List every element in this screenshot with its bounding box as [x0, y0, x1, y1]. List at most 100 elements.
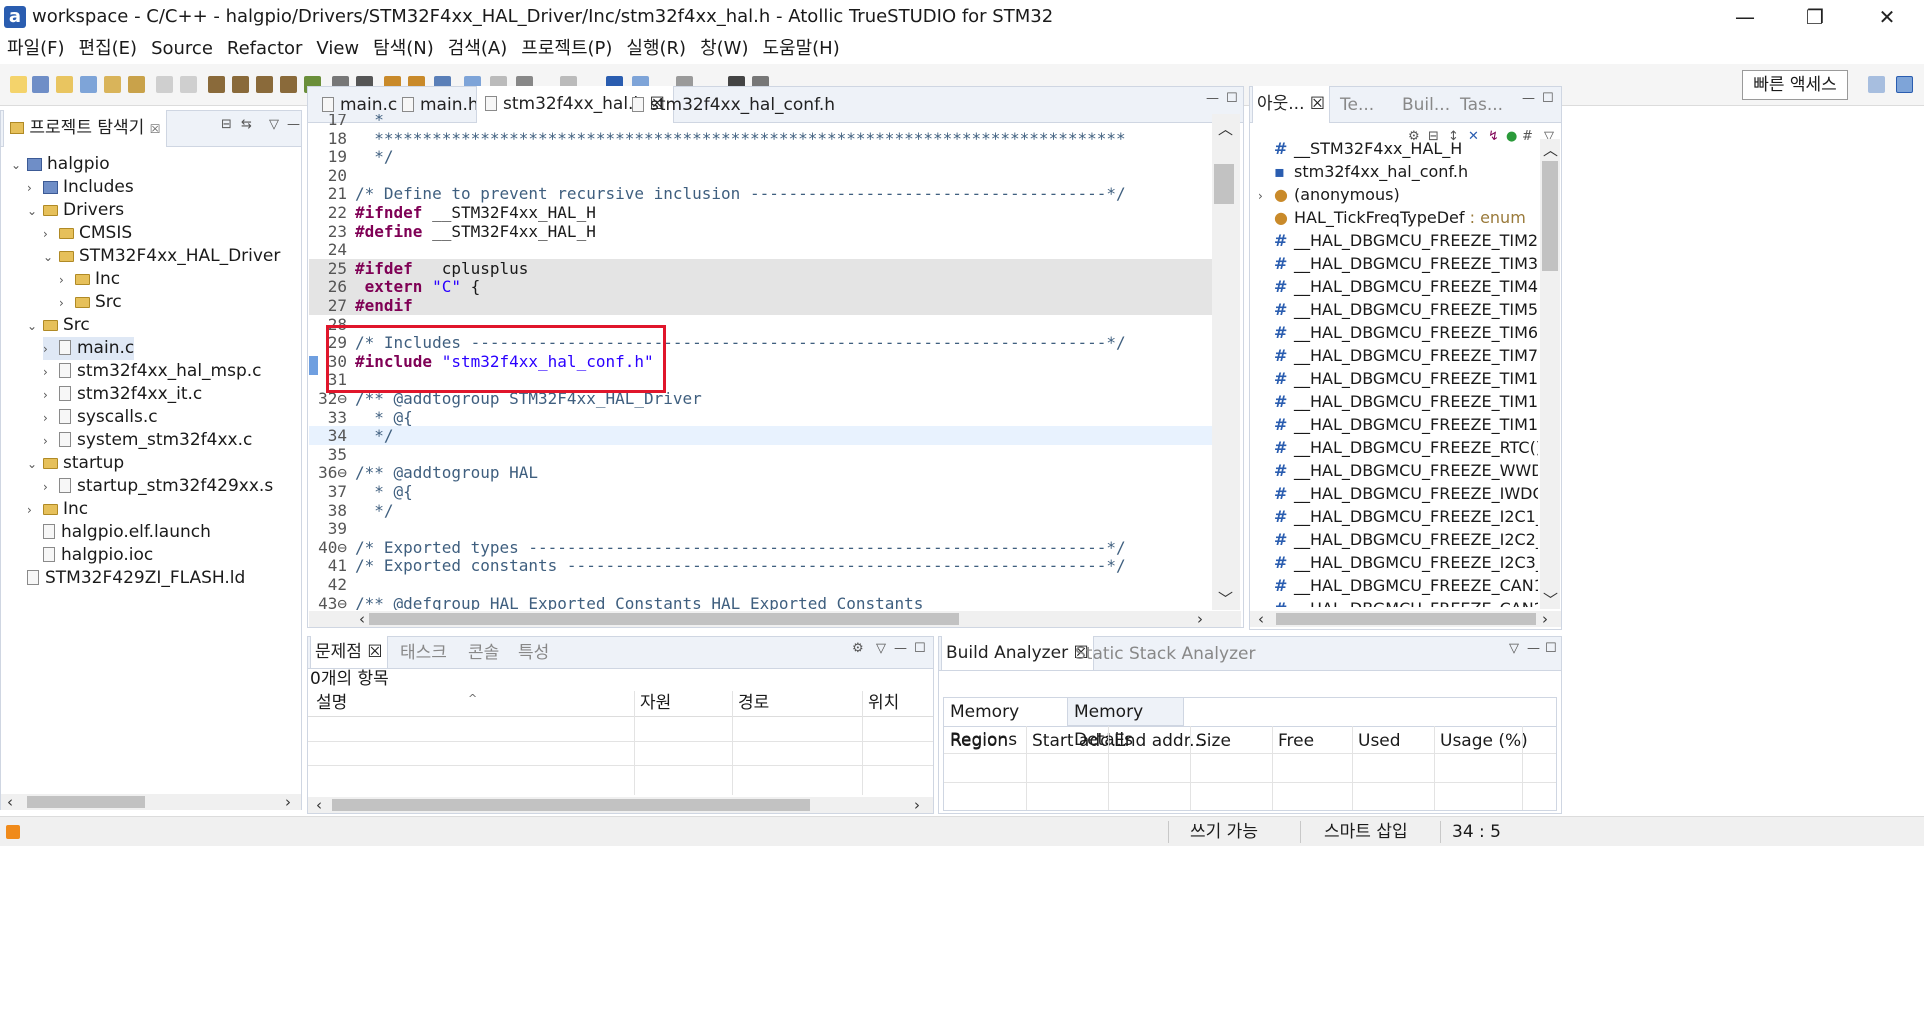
- explorer-hscrollbar[interactable]: ‹ ›: [1, 793, 301, 811]
- maximize-view-icon[interactable]: ☐: [1545, 641, 1557, 656]
- scroll-left-icon[interactable]: ‹: [316, 796, 322, 814]
- new-file-icon[interactable]: [10, 76, 27, 93]
- link-editor-icon[interactable]: ⇆: [241, 117, 252, 132]
- scroll-left-icon[interactable]: ‹: [359, 610, 365, 628]
- scroll-up-icon[interactable]: ︿: [1543, 141, 1558, 159]
- tab-project-explorer[interactable]: 프로젝트 탐색기 ☒: [3, 110, 168, 147]
- build-all-icon[interactable]: [232, 76, 249, 93]
- outline-item[interactable]: ● HAL_TickFreqTypeDef : enum: [1258, 206, 1526, 229]
- column-resource[interactable]: 자원: [640, 691, 671, 715]
- twisty-icon[interactable]: ›: [27, 499, 43, 522]
- twisty-icon[interactable]: ›: [43, 476, 59, 499]
- twisty-icon[interactable]: ⌄: [11, 154, 27, 177]
- menu-item[interactable]: Refactor: [220, 34, 310, 64]
- column-description[interactable]: 설명: [316, 691, 347, 715]
- outline-item[interactable]: # __HAL_DBGMCU_FREEZE_RTC(): [1258, 436, 1538, 459]
- tree-item[interactable]: halgpio.elf.launch: [27, 521, 211, 544]
- tree-item[interactable]: › Includes: [27, 176, 134, 199]
- tree-item[interactable]: ⌄ Src: [27, 314, 90, 337]
- clean-icon[interactable]: [280, 76, 297, 93]
- outline-tab[interactable]: 아웃... ☒: [1252, 86, 1331, 123]
- import-icon[interactable]: [128, 76, 145, 93]
- maximize-view-icon[interactable]: ☐: [1542, 91, 1554, 106]
- outline-item[interactable]: # __HAL_DBGMCU_FREEZE_TIM5(): [1258, 298, 1538, 321]
- twisty-icon[interactable]: ›: [27, 177, 43, 200]
- scroll-right-icon[interactable]: ›: [1542, 610, 1548, 628]
- new-project-icon[interactable]: [32, 76, 49, 93]
- open-perspective-icon[interactable]: [1868, 76, 1885, 93]
- scroll-right-icon[interactable]: ›: [285, 793, 291, 811]
- outline-hscrollbar[interactable]: ‹ ›: [1250, 610, 1561, 628]
- scroll-down-icon[interactable]: ﹀: [1543, 591, 1558, 609]
- minimize-view-icon[interactable]: —: [287, 117, 300, 132]
- tree-item[interactable]: › Inc: [59, 268, 120, 291]
- twisty-icon[interactable]: ›: [43, 430, 59, 453]
- menu-item[interactable]: View: [309, 34, 366, 64]
- scroll-left-icon[interactable]: ‹: [7, 793, 13, 811]
- outline-item[interactable]: # __HAL_DBGMCU_FREEZE_WWDG(): [1258, 459, 1538, 482]
- tree-item[interactable]: halgpio.ioc: [27, 544, 153, 567]
- menu-item[interactable]: 도움말(H): [755, 34, 846, 64]
- twisty-icon[interactable]: ›: [1258, 185, 1274, 208]
- tree-item[interactable]: › CMSIS: [43, 222, 132, 245]
- menu-item[interactable]: 파일(F): [0, 34, 72, 64]
- twisty-icon[interactable]: ›: [59, 292, 75, 315]
- menu-item[interactable]: 탐색(N): [366, 34, 441, 64]
- new-class-icon[interactable]: [104, 76, 121, 93]
- problems-tab[interactable]: 태스크: [396, 637, 451, 669]
- tree-item[interactable]: ⌄ halgpio: [11, 153, 110, 176]
- twisty-icon[interactable]: ⌄: [27, 315, 43, 338]
- column-used[interactable]: Used: [1358, 729, 1401, 753]
- menu-item[interactable]: 편집(E): [72, 34, 145, 64]
- tree-item[interactable]: STM32F429ZI_FLASH.ld: [11, 567, 245, 590]
- outline-item[interactable]: # __HAL_DBGMCU_FREEZE_CAN1(): [1258, 574, 1538, 597]
- tree-item[interactable]: › stm32f4xx_hal_msp.c: [43, 360, 262, 383]
- minimize-view-icon[interactable]: —: [1527, 641, 1540, 656]
- build-icon[interactable]: [208, 76, 225, 93]
- problems-tab[interactable]: 콘솔: [464, 637, 503, 669]
- menu-item[interactable]: 프로젝트(P): [514, 34, 619, 64]
- column-location[interactable]: 위치: [868, 691, 899, 715]
- cpp-perspective-icon[interactable]: [1896, 76, 1913, 93]
- column-region[interactable]: Region: [950, 729, 1008, 753]
- outline-item[interactable]: # __HAL_DBGMCU_FREEZE_TIM6(): [1258, 321, 1538, 344]
- problems-tab[interactable]: 특성: [514, 637, 553, 669]
- outline-item[interactable]: #__HAL_DBGMCU_FREEZE_CAN2(): [1258, 597, 1538, 607]
- twisty-icon[interactable]: ⌄: [27, 200, 43, 223]
- notification-icon[interactable]: [6, 825, 20, 839]
- outline-item[interactable]: # __HAL_DBGMCU_FREEZE_TIM13(): [1258, 390, 1538, 413]
- outline-item[interactable]: # __HAL_DBGMCU_FREEZE_I2C2_TIME(: [1258, 528, 1538, 551]
- scroll-up-icon[interactable]: ︿: [1218, 120, 1233, 138]
- tree-item[interactable]: › main.c: [43, 337, 135, 361]
- outline-vscrollbar[interactable]: ︿ ﹀: [1540, 139, 1560, 609]
- view-menu-icon[interactable]: ▽: [1509, 641, 1519, 656]
- twisty-icon[interactable]: ⌄: [43, 246, 59, 269]
- view-menu-icon[interactable]: ▽: [876, 641, 886, 656]
- tree-item[interactable]: › Src: [59, 291, 122, 314]
- column-size[interactable]: Size: [1196, 729, 1231, 753]
- tree-item[interactable]: ⌄ STM32F4xx_HAL_Driver: [43, 245, 280, 268]
- outline-item[interactable]: # __HAL_DBGMCU_FREEZE_TIM2(): [1258, 229, 1538, 252]
- menu-item[interactable]: Source: [144, 34, 220, 64]
- twisty-icon[interactable]: ›: [43, 338, 59, 361]
- twisty-icon[interactable]: ›: [43, 361, 59, 384]
- column-end-address[interactable]: End addr...: [1114, 729, 1205, 753]
- outline-item[interactable]: ▪ stm32f4xx_hal_conf.h: [1258, 160, 1468, 183]
- twisty-icon[interactable]: ⌄: [27, 453, 43, 476]
- editor-hscroll-thumb[interactable]: [369, 613, 959, 625]
- tree-item[interactable]: › startup_stm32f429xx.s: [43, 475, 273, 498]
- quick-access-input[interactable]: 빠른 액세스: [1742, 70, 1848, 100]
- rebuild-icon[interactable]: [256, 76, 273, 93]
- build-analyzer-tab[interactable]: Static Stack Analyzer: [1071, 637, 1259, 671]
- scroll-down-icon[interactable]: ﹀: [1218, 590, 1233, 608]
- save-icon[interactable]: [156, 76, 173, 93]
- outline-item[interactable]: # __HAL_DBGMCU_FREEZE_IWDG(): [1258, 482, 1538, 505]
- outline-item[interactable]: # __STM32F4xx_HAL_H: [1258, 137, 1462, 160]
- problems-hscroll-thumb[interactable]: [332, 799, 810, 811]
- save-all-icon[interactable]: [180, 76, 197, 93]
- view-settings-icon[interactable]: ⚙: [852, 641, 864, 656]
- outline-tab[interactable]: Buil...: [1398, 87, 1454, 123]
- problems-hscrollbar[interactable]: ‹ ›: [308, 796, 933, 814]
- menu-item[interactable]: 창(W): [693, 34, 755, 64]
- problems-tab[interactable]: 문제점 ☒: [310, 636, 388, 668]
